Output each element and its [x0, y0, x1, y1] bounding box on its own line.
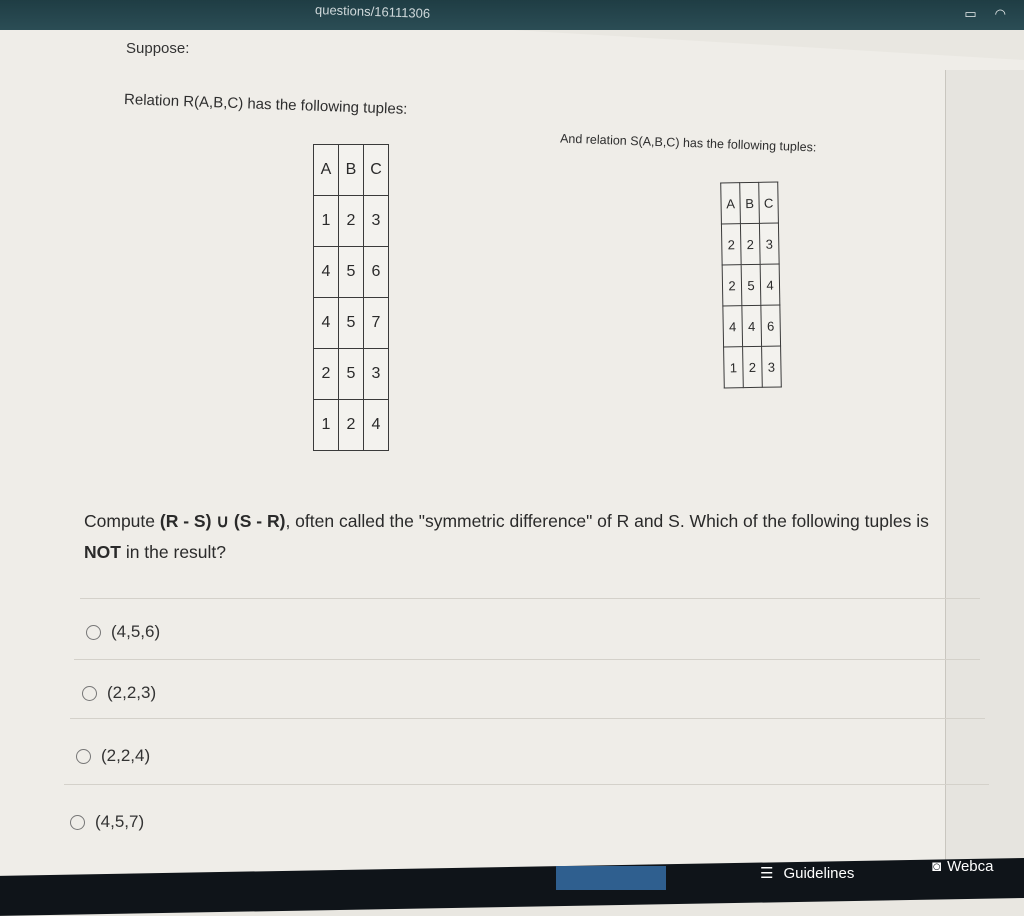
relation-s-table: A B C 2 2 3 2 5 4 4 4 6 1 2 3 [720, 181, 782, 389]
right-side-panel [945, 70, 1024, 890]
table-row: 1 2 3 [313, 195, 389, 247]
browser-top-bar: questions/16111306 ▭ ◠ [0, 0, 1024, 30]
camera-icon: ◙ [932, 858, 942, 875]
option-label[interactable]: (4,5,6) [111, 622, 160, 642]
table-cell: 2 [722, 264, 742, 306]
table-row: 2 2 3 [721, 223, 780, 266]
radio-button[interactable] [76, 748, 91, 764]
table-cell: 6 [363, 246, 389, 298]
table-cell: 4 [741, 305, 762, 347]
header-cell: A [313, 144, 339, 196]
table-cell: 2 [313, 348, 339, 400]
option-label[interactable]: (2,2,4) [101, 746, 150, 766]
table-row: 1 2 4 [313, 399, 389, 451]
wifi-icon: ◠ [994, 6, 1006, 21]
option-label[interactable]: (2,2,3) [107, 683, 156, 703]
answer-option[interactable]: (4,5,6) [86, 622, 160, 642]
guidelines-button[interactable]: ☰ Guidelines [760, 864, 855, 883]
question-part: Compute [84, 511, 160, 531]
table-cell: 6 [760, 304, 781, 347]
header-cell: B [739, 182, 760, 224]
table-cell: 2 [740, 223, 761, 265]
option-label[interactable]: (4,5,7) [95, 812, 144, 832]
table-cell: 1 [723, 346, 744, 388]
table-cell: 3 [363, 348, 389, 400]
divider [80, 598, 980, 599]
question-text: Compute (R - S) ∪ (S - R), often called … [84, 506, 934, 568]
divider [74, 659, 980, 660]
table-cell: 1 [313, 195, 339, 247]
table-cell: 3 [363, 195, 389, 247]
table-cell: 4 [760, 264, 780, 306]
table-cell: 5 [338, 348, 364, 400]
table-row: 2 5 4 [722, 264, 780, 306]
battery-icon: ▭ [964, 6, 977, 21]
suppose-label: Suppose: [126, 40, 190, 57]
table-cell: 2 [742, 346, 763, 388]
table-cell: 1 [313, 399, 339, 451]
question-part: , often called the "symmetric difference… [285, 511, 929, 531]
table-cell: 5 [741, 264, 761, 306]
divider [64, 784, 989, 785]
table-cell: 7 [363, 297, 389, 349]
table-cell: 2 [721, 223, 742, 266]
table-cell: 4 [313, 297, 339, 349]
quiz-page [0, 0, 1024, 890]
table-row: 4 4 6 [722, 304, 781, 347]
relation-r-table: A B C 1 2 3 4 5 6 4 5 7 2 5 3 1 2 4 [313, 144, 389, 451]
table-cell: 5 [338, 246, 364, 298]
table-cell: 2 [338, 399, 364, 451]
table-cell: 2 [338, 195, 364, 247]
table-cell: 4 [722, 305, 743, 347]
radio-button[interactable] [82, 685, 97, 701]
answer-option[interactable]: (2,2,3) [82, 683, 156, 703]
header-cell: A [720, 182, 741, 225]
table-cell: 5 [338, 297, 364, 349]
webcam-label: Webca [947, 858, 994, 875]
radio-button[interactable] [70, 814, 85, 830]
table-row: 1 2 3 [723, 345, 782, 388]
table-cell: 3 [761, 345, 782, 388]
table-row: 2 5 3 [313, 348, 389, 400]
header-cell: B [338, 144, 364, 196]
calculator-button[interactable] [556, 866, 666, 890]
answer-option[interactable]: (4,5,7) [70, 812, 144, 832]
list-icon: ☰ [760, 865, 774, 882]
table-cell: 4 [313, 246, 339, 298]
table-cell: 4 [363, 399, 389, 451]
header-cell: C [758, 182, 779, 224]
question-emphasis: NOT [84, 542, 121, 562]
table-header-row: A B C [720, 182, 779, 225]
webcam-button[interactable]: ◙ Webca [932, 858, 993, 875]
answer-option[interactable]: (2,2,4) [76, 746, 150, 766]
divider [70, 718, 985, 719]
table-cell: 3 [759, 223, 780, 265]
header-cell: C [363, 144, 389, 196]
system-tray: ▭ ◠ [964, 6, 1006, 22]
url-text[interactable]: questions/16111306 [315, 2, 431, 21]
question-part: in the result? [120, 542, 227, 562]
guidelines-label: Guidelines [783, 864, 855, 882]
table-row: 4 5 7 [313, 297, 389, 349]
question-expression: (R - S) ∪ (S - R) [159, 511, 286, 531]
table-header-row: A B C [313, 144, 389, 196]
radio-button[interactable] [86, 624, 101, 640]
table-row: 4 5 6 [313, 246, 389, 298]
